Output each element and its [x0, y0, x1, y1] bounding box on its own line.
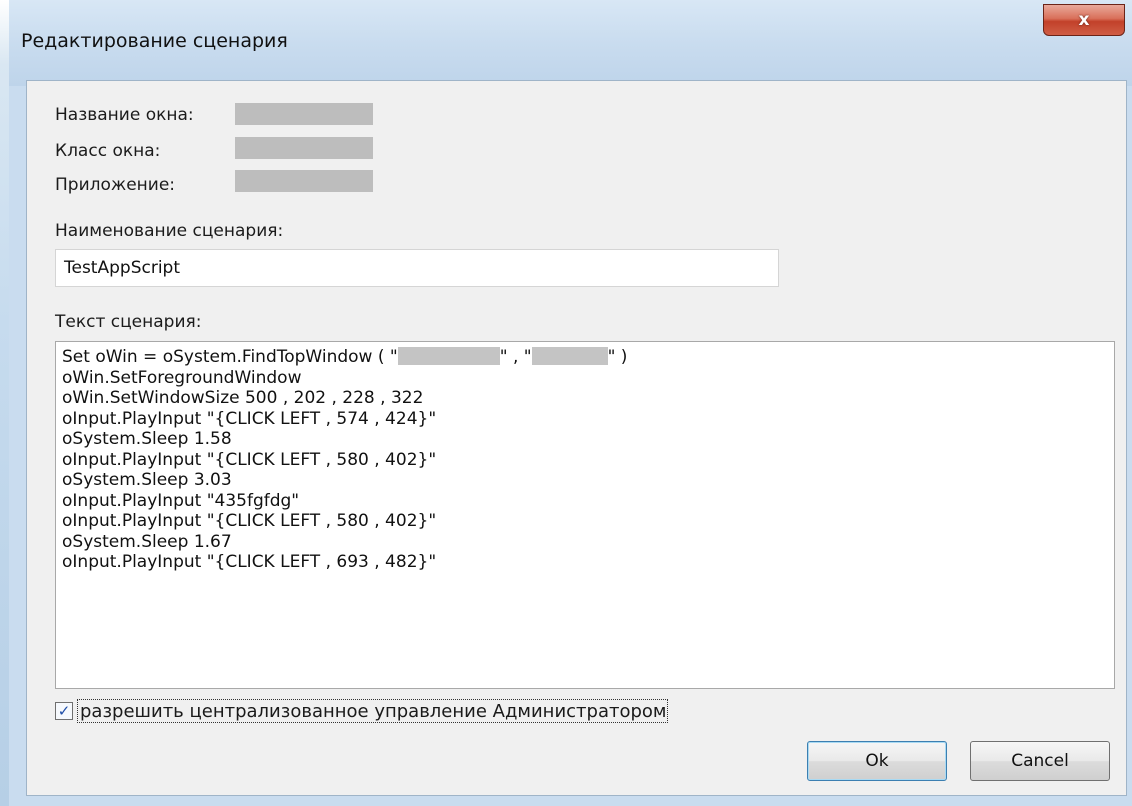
script-name-label: Наименование сценария: [55, 221, 284, 241]
window-class-label: Класс окна: [55, 141, 161, 161]
script-line: oInput.PlayInput "435fgfdg" [62, 490, 300, 511]
ok-button[interactable]: Ok [807, 741, 947, 781]
background-window-edge [0, 0, 9, 806]
window-class-value-redacted [235, 137, 373, 159]
script-line: oInput.PlayInput "{CLICK LEFT , 580 , 40… [62, 449, 437, 470]
dialog-content: Название окна: Класс окна: Приложение: Н… [26, 80, 1127, 796]
admin-control-checkbox[interactable]: ✓ [55, 702, 73, 720]
script-line: oSystem.Sleep 1.67 [62, 531, 232, 552]
script-line: oInput.PlayInput "{CLICK LEFT , 574 , 42… [62, 408, 437, 429]
script-line: Set oWin = oSystem.FindTopWindow ( " " , … [62, 347, 628, 367]
script-line: oSystem.Sleep 3.03 [62, 470, 232, 490]
dialog-window: Редактирование сценария x Название окна:… [9, 0, 1132, 806]
script-text-label: Текст сценария: [55, 312, 202, 332]
title-bar: Редактирование сценария x [9, 0, 1132, 86]
application-label: Приложение: [55, 175, 176, 195]
script-line: oInput.PlayInput "{CLICK LEFT , 580 , 40… [62, 511, 437, 531]
cancel-button[interactable]: Cancel [970, 741, 1110, 781]
script-line: oWin.SetForegroundWindow [62, 367, 302, 388]
window-title: Редактирование сценария [21, 30, 288, 52]
admin-control-label[interactable]: разрешить централизованное управление Ад… [77, 699, 668, 723]
window-name-label: Название окна: [55, 105, 194, 125]
application-value-redacted [235, 170, 373, 192]
script-text-area[interactable]: Set oWin = oSystem.FindTopWindow ( " " , … [55, 341, 1115, 689]
redacted-window-title [397, 347, 500, 365]
script-line: oSystem.Sleep 1.58 [62, 429, 232, 449]
close-button[interactable]: x [1043, 4, 1125, 36]
redacted-window-class [531, 347, 608, 365]
script-line: oWin.SetWindowSize 500 , 202 , 228 , 322 [62, 388, 424, 408]
checkmark-icon: ✓ [57, 702, 71, 720]
script-line: oInput.PlayInput "{CLICK LEFT , 693 , 48… [62, 552, 437, 572]
window-name-value-redacted [235, 103, 373, 125]
close-icon: x [1078, 10, 1090, 30]
script-name-input[interactable]: TestAppScript [55, 249, 779, 287]
